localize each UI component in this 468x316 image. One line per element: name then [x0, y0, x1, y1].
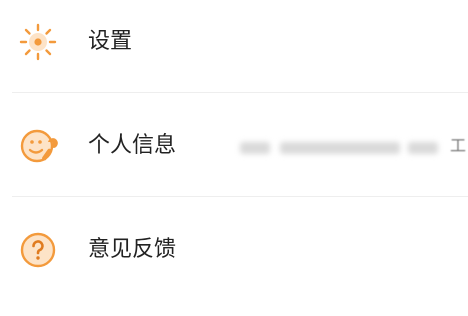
blurred-profile-value: 工	[240, 136, 468, 156]
menu-item-feedback[interactable]: 意见反馈	[0, 208, 468, 292]
question-circle-icon	[18, 230, 58, 270]
sun-gear-icon	[18, 22, 58, 62]
divider	[12, 196, 468, 197]
profile-value-text: 工	[449, 136, 466, 155]
menu-item-personal-info[interactable]: 个人信息 工	[0, 104, 468, 188]
divider	[12, 92, 468, 93]
settings-menu-list: 设置 个人信息 工 意见反馈	[0, 0, 468, 316]
menu-item-settings[interactable]: 设置	[0, 0, 468, 84]
face-wrench-icon	[18, 126, 58, 166]
menu-item-label: 个人信息	[88, 133, 177, 158]
menu-item-label: 设置	[88, 29, 133, 54]
menu-item-label: 意见反馈	[88, 237, 177, 262]
